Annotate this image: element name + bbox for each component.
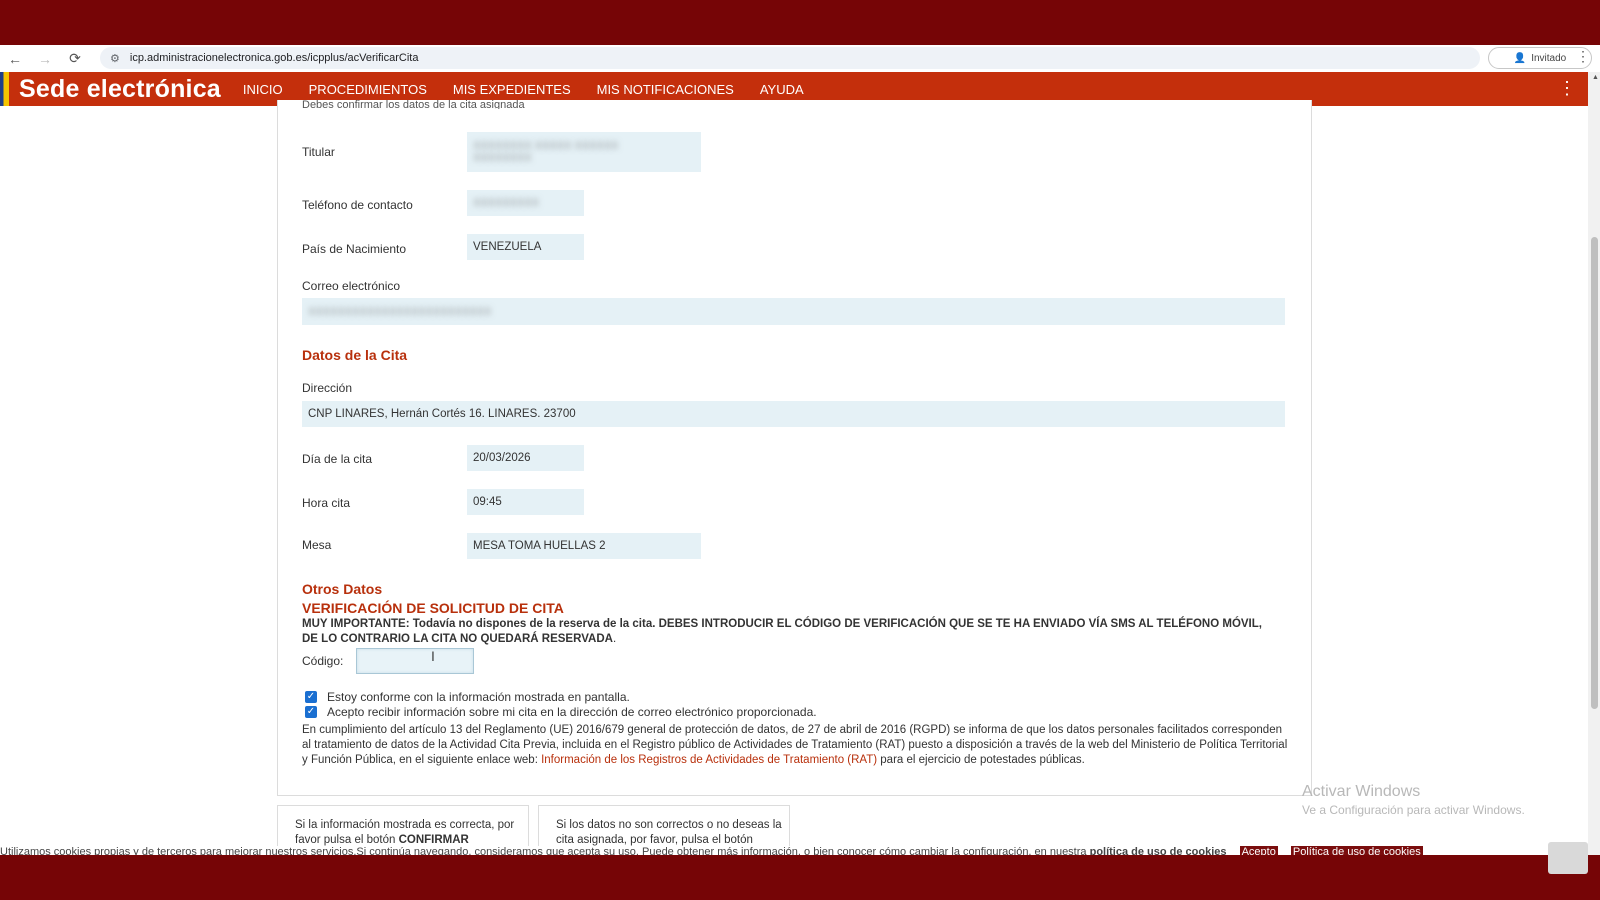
cancel-text: Si los datos no son correctos o no desea… — [556, 819, 782, 846]
acepto-label: Acepto recibir información sobre mi cita… — [327, 705, 817, 719]
profile-label: Invitado — [1531, 52, 1567, 64]
conforme-checkbox[interactable]: ✓ — [305, 691, 317, 703]
watermark-line2: Ve a Configuración para activar Windows. — [1302, 803, 1525, 817]
site-title[interactable]: Sede electrónica — [19, 75, 221, 104]
menu-item-mis-notificaciones[interactable]: MIS NOTIFICACIONES — [597, 82, 734, 97]
spain-logo-icon — [1548, 842, 1588, 874]
hora-label: Hora cita — [302, 496, 351, 510]
windows-activation-watermark: Activar Windows Ve a Configuración para … — [1302, 783, 1525, 817]
acepto-checkbox[interactable]: ✓ — [305, 706, 317, 718]
verificacion-title: VERIFICACIÓN DE SOLICITUD DE CITA — [302, 600, 564, 616]
codigo-label: Código: — [302, 654, 344, 668]
dia-label: Día de la cita — [302, 452, 373, 466]
menu-item-procedimientos[interactable]: PROCEDIMIENTOS — [309, 82, 427, 97]
correo-label: Correo electrónico — [302, 279, 401, 293]
conforme-checkbox-row[interactable]: ✓ Estoy conforme con la información most… — [305, 690, 630, 704]
titular-label: Titular — [302, 145, 335, 159]
conforme-label: Estoy conforme con la información mostra… — [327, 690, 630, 704]
otros-datos-title: Otros Datos — [302, 581, 383, 597]
intro-text: Debes confirmar los datos de la cita asi… — [302, 99, 525, 109]
more-menu-icon[interactable]: ⋮ — [1558, 78, 1576, 99]
scrollbar-thumb[interactable] — [1591, 237, 1598, 709]
dark-frame-top — [0, 0, 1600, 45]
important-text: Todavía no dispones de la reserva de la … — [302, 618, 1262, 645]
important-tail: . — [612, 633, 617, 645]
forward-arrow-icon[interactable]: → — [30, 45, 60, 72]
important-lead: MUY IMPORTANTE: — [302, 618, 410, 630]
browser-menu-icon[interactable]: ⋮ — [1576, 48, 1590, 68]
rgpd-text-end: para el ejercicio de potestades públicas… — [877, 754, 1085, 766]
important-notice: MUY IMPORTANTE: Todavía no dispones de l… — [302, 617, 1262, 647]
browser-toolbar: ← → ⟳ ⚙ icp.administracionelectronica.go… — [0, 45, 1600, 72]
site-settings-icon[interactable]: ⚙ — [110, 52, 120, 65]
datos-cita-title: Datos de la Cita — [302, 347, 408, 363]
address-bar[interactable]: ⚙ icp.administracionelectronica.gob.es/i… — [100, 47, 1480, 69]
menu-item-inicio[interactable]: INICIO — [243, 82, 283, 97]
hora-value: 09:45 — [467, 489, 584, 515]
titular-redacted: XXXXXXXX XXXXX XXXXXX XXXXXXXX — [473, 140, 619, 164]
dark-frame-bottom — [0, 855, 1600, 900]
confirm-strong: CONFIRMAR — [398, 834, 469, 846]
telefono-redacted: XXXXXXXXX — [473, 197, 540, 209]
menu-item-mis-expedientes[interactable]: MIS EXPEDIENTES — [453, 82, 571, 97]
telefono-value: XXXXXXXXX — [467, 190, 584, 216]
direccion-value: CNP LINARES, Hernán Cortés 16. LINARES. … — [302, 401, 1285, 427]
scroll-up-icon[interactable]: ▲ — [1592, 74, 1599, 81]
telefono-label: Teléfono de contacto — [302, 198, 413, 212]
mesa-value: MESA TOMA HUELLAS 2 — [467, 533, 701, 559]
mesa-label: Mesa — [302, 538, 332, 552]
pais-label: País de Nacimiento — [302, 242, 407, 256]
correo-redacted: XXXXXXXXXXXXXXXXXXXXXXXXX — [308, 305, 492, 318]
text-cursor-icon: I — [431, 648, 435, 664]
rat-link[interactable]: Información de los Registros de Activida… — [541, 754, 877, 766]
codigo-input[interactable] — [356, 648, 474, 674]
url-text: icp.administracionelectronica.gob.es/icp… — [129, 52, 419, 64]
watermark-line1: Activar Windows — [1302, 783, 1421, 800]
acepto-checkbox-row[interactable]: ✓ Acepto recibir información sobre mi ci… — [305, 705, 817, 719]
menu-item-ayuda[interactable]: AYUDA — [760, 82, 804, 97]
titular-value: XXXXXXXX XXXXX XXXXXX XXXXXXXX — [467, 132, 701, 172]
correo-value: XXXXXXXXXXXXXXXXXXXXXXXXX — [302, 298, 1285, 325]
reload-icon[interactable]: ⟳ — [60, 45, 90, 72]
back-arrow-icon[interactable]: ← — [0, 45, 30, 72]
rgpd-notice: En cumplimiento del artículo 13 del Regl… — [302, 723, 1292, 768]
pais-value: VENEZUELA — [467, 234, 584, 260]
dia-value: 20/03/2026 — [467, 445, 584, 471]
logo-flag-icon — [0, 72, 9, 106]
person-icon: 👤 — [1513, 52, 1527, 64]
direccion-label: Dirección — [302, 381, 353, 395]
